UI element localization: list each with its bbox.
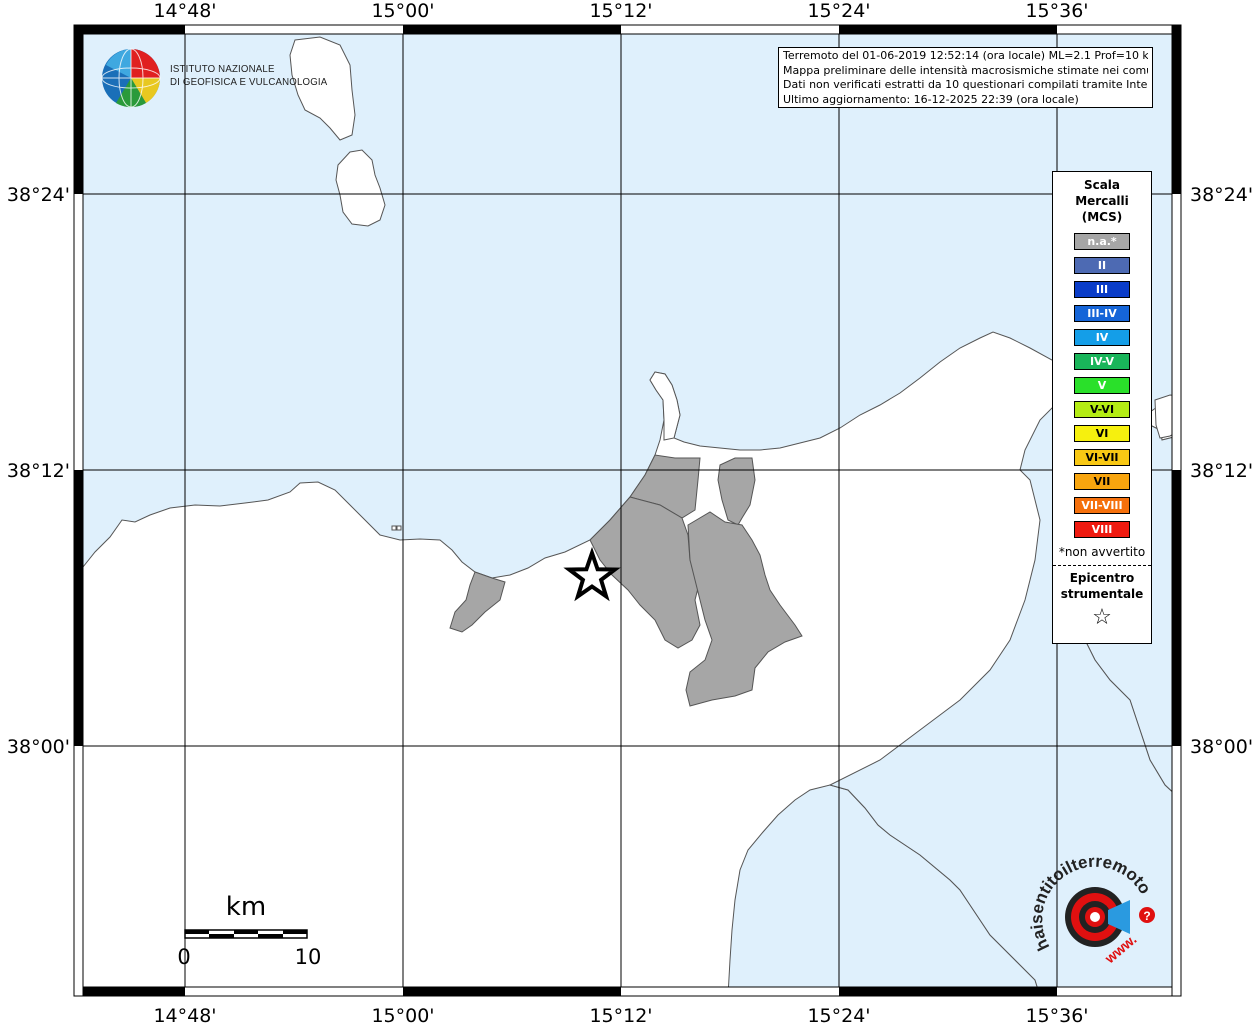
islet [391, 525, 397, 531]
legend-swatch: VI [1074, 425, 1130, 442]
lon-tick-bottom: 15°00' [371, 1005, 434, 1024]
event-info-box: Terremoto del 01-06-2019 12:52:14 (ora l… [778, 47, 1153, 108]
legend-swatch: VII [1074, 473, 1130, 490]
ingv-name-line2: DI GEOFISICA E VULCANOLOGIA [170, 76, 328, 88]
legend-epicenter-line: strumentale [1060, 587, 1144, 601]
legend-swatch: n.a.* [1074, 233, 1130, 250]
legend-title-line: Scala [1083, 178, 1121, 192]
scale-unit: km [226, 892, 266, 922]
legend-swatch: II [1074, 257, 1130, 274]
legend-note: *non avvertito [1058, 545, 1146, 559]
event-info-line: Ultimo aggiornamento: 16-12-2025 22:39 (… [783, 92, 1079, 106]
haisentito-question: ? [1143, 909, 1150, 923]
scale-end: 10 [295, 945, 322, 969]
legend-swatch: VIII [1074, 521, 1130, 538]
lat-tick-right: 38°00' [1190, 736, 1253, 758]
lon-tick-bottom: 15°36' [1025, 1005, 1088, 1024]
islet [396, 525, 402, 531]
legend-swatch: IV [1074, 329, 1130, 346]
legend-swatch: V-VI [1074, 401, 1130, 418]
lat-tick-left: 38°24' [7, 184, 70, 206]
legend-swatch: III [1074, 281, 1130, 298]
lat-tick-right: 38°12' [1190, 460, 1253, 482]
ingv-name: ISTITUTO NAZIONALE DI GEOFISICA E VULCAN… [170, 63, 327, 89]
lat-tick-right: 38°24' [1190, 184, 1253, 206]
haisentito-logo[interactable]: haisentitoilterremoto.it www. ? [1030, 852, 1160, 982]
lon-tick-bottom: 14°48' [153, 1005, 216, 1024]
lon-tick-top: 15°00' [371, 0, 434, 22]
legend-title-line: Mercalli [1075, 194, 1129, 208]
lon-tick-top: 14°48' [153, 0, 216, 22]
legend-swatch: VII-VIII [1074, 497, 1130, 514]
legend-separator [1053, 565, 1151, 566]
event-info-line: Dati non verificati estratti da 10 quest… [783, 78, 1148, 91]
legend-title: Scala Mercalli (MCS) [1053, 177, 1151, 225]
event-info-line: Mappa preliminare delle intensità macros… [783, 63, 1148, 77]
lon-tick-top: 15°12' [589, 0, 652, 22]
scale-start: 0 [177, 945, 190, 969]
legend-swatch: III-IV [1074, 305, 1130, 322]
legend-swatch: V [1074, 377, 1130, 394]
legend-epicenter-line: Epicentro [1069, 571, 1135, 585]
legend-title-line: (MCS) [1081, 210, 1123, 224]
lat-tick-left: 38°12' [7, 460, 70, 482]
legend-swatch: VI-VII [1074, 449, 1130, 466]
lat-tick-left: 38°00' [7, 736, 70, 758]
legend-swatches: n.a.* II III III-IV IV IV-V V V-VI VI VI-VII VII VI… [1053, 233, 1151, 538]
legend-swatch: IV-V [1074, 353, 1130, 370]
legend-epicenter-label: Epicentro strumentale [1053, 570, 1151, 602]
lon-tick-top: 15°36' [1025, 0, 1088, 22]
legend-star-icon: ☆ [1092, 605, 1112, 630]
lon-tick-top: 15°24' [807, 0, 870, 22]
mcs-legend: Scala Mercalli (MCS) n.a.* II III III-IV IV I… [1052, 171, 1152, 644]
lon-tick-bottom: 15°24' [807, 1005, 870, 1024]
event-info-line: Terremoto del 01-06-2019 12:52:14 (ora l… [783, 49, 1148, 62]
ingv-name-line1: ISTITUTO NAZIONALE [170, 63, 275, 75]
lon-tick-bottom: 15°12' [589, 1005, 652, 1024]
